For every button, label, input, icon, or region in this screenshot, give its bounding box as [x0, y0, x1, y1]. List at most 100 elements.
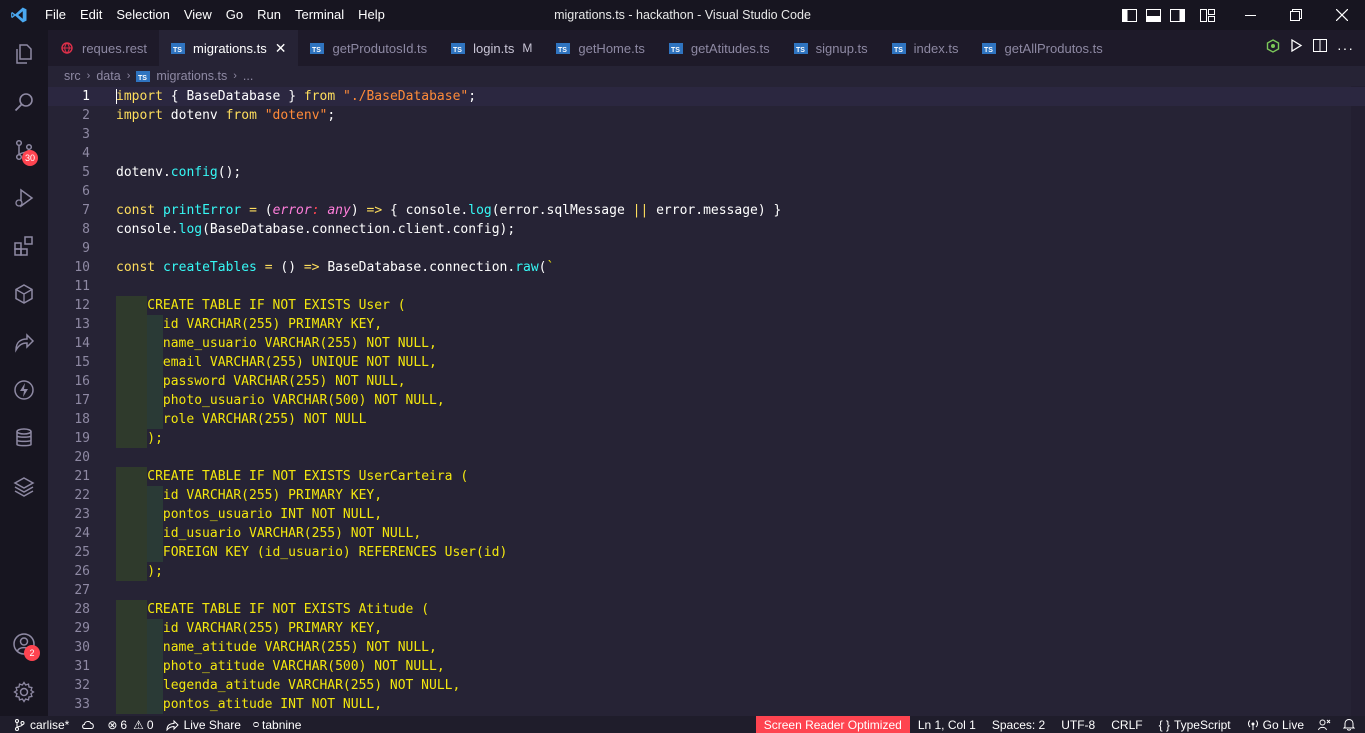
restore-icon[interactable]: [1273, 0, 1319, 30]
code-line[interactable]: 2 import dotenv from "dotenv";: [48, 106, 1365, 125]
code-line[interactable]: 14 name_usuario VARCHAR(255) NOT NULL,: [48, 334, 1365, 353]
code-line[interactable]: 18 role VARCHAR(255) NOT NULL: [48, 410, 1365, 429]
code-text: photo_atitude VARCHAR(500) NOT NULL,: [163, 657, 445, 676]
tab-getprodutosid-ts[interactable]: TS getProdutosId.ts: [298, 30, 439, 66]
menu-run[interactable]: Run: [250, 0, 288, 30]
cursor-position[interactable]: Ln 1, Col 1: [910, 716, 984, 733]
code-line[interactable]: 6: [48, 182, 1365, 201]
code-line[interactable]: 25 FOREIGN KEY (id_usuario) REFERENCES Us…: [48, 543, 1365, 562]
code-line[interactable]: 27: [48, 581, 1365, 600]
code-line[interactable]: 11: [48, 277, 1365, 296]
breadcrumb-symbol[interactable]: ...: [243, 69, 253, 83]
code-line[interactable]: 28 CREATE TABLE IF NOT EXISTS Atitude (: [48, 600, 1365, 619]
menu-view[interactable]: View: [177, 0, 219, 30]
menu-go[interactable]: Go: [219, 0, 250, 30]
search-icon[interactable]: [0, 78, 48, 126]
code-line[interactable]: 19);: [48, 429, 1365, 448]
code-line[interactable]: 9: [48, 239, 1365, 258]
screen-reader-status[interactable]: Screen Reader Optimized: [755, 716, 910, 733]
notifications-bell-icon[interactable]: [1337, 716, 1365, 733]
source-control-icon[interactable]: 30: [0, 126, 48, 174]
toggle-secondary-sidebar-icon[interactable]: [1169, 7, 1185, 23]
remote-explorer-icon[interactable]: [0, 270, 48, 318]
tab-index-ts[interactable]: TS index.ts: [880, 30, 971, 66]
code-line[interactable]: 22 id VARCHAR(255) PRIMARY KEY,: [48, 486, 1365, 505]
layers-icon[interactable]: [0, 462, 48, 510]
code-line[interactable]: 12 CREATE TABLE IF NOT EXISTS User (: [48, 296, 1365, 315]
modified-indicator: M: [522, 41, 533, 55]
code-line[interactable]: 3: [48, 125, 1365, 144]
line-number: 12: [74, 298, 90, 313]
problems-indicator[interactable]: ⊗ 6 ⚠ 0: [101, 716, 159, 733]
code-line[interactable]: 10 const createTables = () => BaseDatabas…: [48, 258, 1365, 277]
manage-gear-icon[interactable]: [0, 668, 48, 716]
hexagon-icon[interactable]: [1266, 38, 1280, 58]
menu-file[interactable]: File: [38, 0, 73, 30]
menu-terminal[interactable]: Terminal: [288, 0, 351, 30]
breadcrumb-data[interactable]: data: [96, 69, 120, 83]
customize-layout-icon[interactable]: [1199, 7, 1215, 23]
code-line[interactable]: 4: [48, 144, 1365, 163]
code-line[interactable]: 8 console.log(BaseDatabase.connection.cli…: [48, 220, 1365, 239]
explorer-icon[interactable]: [0, 30, 48, 78]
code-line[interactable]: 23 pontos_usuario INT NOT NULL,: [48, 505, 1365, 524]
code-editor[interactable]: 1 import { BaseDatabase } from "./BaseDat…: [48, 86, 1365, 716]
sync-icon[interactable]: [75, 716, 101, 733]
run-file-icon[interactable]: [1290, 38, 1303, 57]
code-line[interactable]: 32 legenda_atitude VARCHAR(255) NOT NULL,: [48, 676, 1365, 695]
thunder-client-icon[interactable]: [0, 366, 48, 414]
code-line[interactable]: 33 pontos_atitude INT NOT NULL,: [48, 695, 1365, 714]
breadcrumb-src[interactable]: src: [64, 69, 81, 83]
menu-selection[interactable]: Selection: [109, 0, 176, 30]
breadcrumb-file[interactable]: migrations.ts: [156, 69, 227, 83]
tab-migrations-ts[interactable]: TS migrations.ts ✕: [159, 30, 299, 66]
toggle-panel-icon[interactable]: [1145, 7, 1161, 23]
indentation[interactable]: Spaces: 2: [984, 716, 1053, 733]
code-text: id VARCHAR(255) PRIMARY KEY,: [163, 619, 382, 638]
code-line[interactable]: 16 password VARCHAR(255) NOT NULL,: [48, 372, 1365, 391]
code-line[interactable]: 29 id VARCHAR(255) PRIMARY KEY,: [48, 619, 1365, 638]
code-text: role VARCHAR(255) NOT NULL: [163, 410, 367, 429]
tab-gethome-ts[interactable]: TS getHome.ts: [544, 30, 656, 66]
menu-edit[interactable]: Edit: [73, 0, 109, 30]
database-icon[interactable]: [0, 414, 48, 462]
tab-getatitudes-ts[interactable]: TS getAtitudes.ts: [657, 30, 782, 66]
code-line[interactable]: 24 id_usuario VARCHAR(255) NOT NULL,: [48, 524, 1365, 543]
split-editor-icon[interactable]: [1313, 39, 1327, 57]
tabnine-status[interactable]: ᴑ tabnine: [247, 716, 307, 733]
run-debug-icon[interactable]: [0, 174, 48, 222]
code-line[interactable]: 15 email VARCHAR(255) UNIQUE NOT NULL,: [48, 353, 1365, 372]
go-live-button[interactable]: Go Live: [1239, 716, 1312, 733]
code-line[interactable]: 30 name_atitude VARCHAR(255) NOT NULL,: [48, 638, 1365, 657]
end-of-line[interactable]: CRLF: [1103, 716, 1150, 733]
code-line[interactable]: 26);: [48, 562, 1365, 581]
tab-getallprodutos-ts[interactable]: TS getAllProdutos.ts: [970, 30, 1114, 66]
encoding[interactable]: UTF-8: [1053, 716, 1103, 733]
live-share-icon[interactable]: [0, 318, 48, 366]
code-line[interactable]: 20: [48, 448, 1365, 467]
toggle-primary-sidebar-icon[interactable]: [1121, 7, 1137, 23]
tab-signup-ts[interactable]: TS signup.ts: [782, 30, 880, 66]
code-line[interactable]: 7 const printError = (error: any) => { co…: [48, 201, 1365, 220]
code-line[interactable]: 1 import { BaseDatabase } from "./BaseDat…: [48, 87, 1365, 106]
language-mode[interactable]: { } TypeScript: [1151, 716, 1239, 733]
code-line[interactable]: 5 dotenv.config();: [48, 163, 1365, 182]
feedback-icon[interactable]: [1312, 716, 1337, 733]
menu-help[interactable]: Help: [351, 0, 392, 30]
close-window-icon[interactable]: [1319, 0, 1365, 30]
more-actions-icon[interactable]: ···: [1337, 40, 1354, 56]
code-line[interactable]: 13 id VARCHAR(255) PRIMARY KEY,: [48, 315, 1365, 334]
code-line[interactable]: 21 CREATE TABLE IF NOT EXISTS UserCarteir…: [48, 467, 1365, 486]
tab-login-ts[interactable]: TS login.ts M: [439, 30, 544, 66]
branch-indicator[interactable]: carlise*: [0, 716, 75, 733]
code-line[interactable]: 31 photo_atitude VARCHAR(500) NOT NULL,: [48, 657, 1365, 676]
live-share-status[interactable]: Live Share: [160, 716, 247, 733]
extensions-icon[interactable]: [0, 222, 48, 270]
code-line[interactable]: 17 photo_usuario VARCHAR(500) NOT NULL,: [48, 391, 1365, 410]
close-tab-icon[interactable]: ✕: [275, 40, 287, 57]
tab-reques-rest[interactable]: reques.rest: [48, 30, 159, 66]
accounts-icon[interactable]: 2: [0, 620, 48, 668]
minimize-icon[interactable]: [1227, 0, 1273, 30]
